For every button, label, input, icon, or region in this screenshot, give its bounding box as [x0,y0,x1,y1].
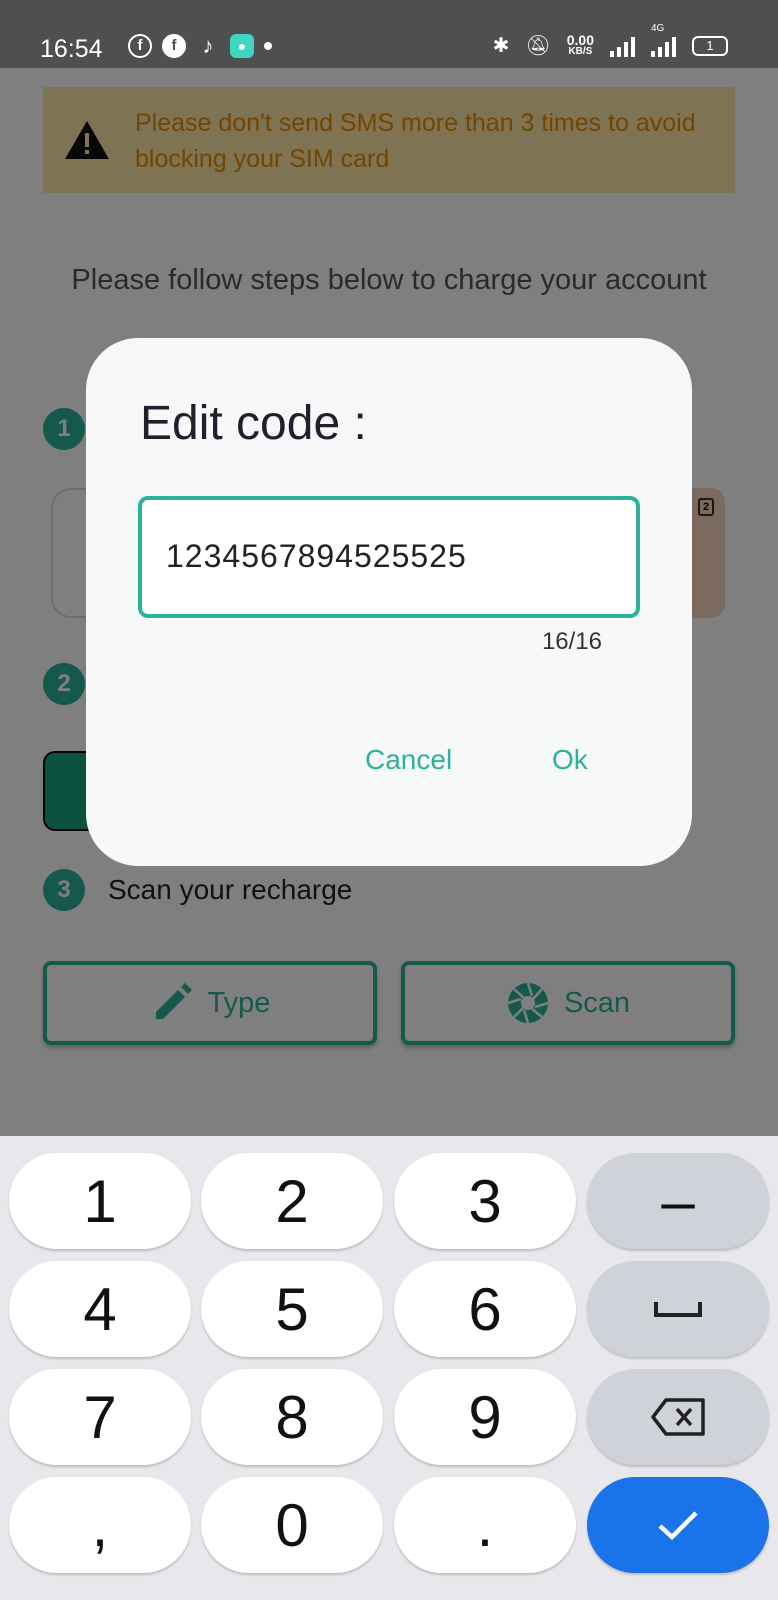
space-icon [654,1302,702,1317]
status-bar: 16:54 f f ♪ ● ✱ 🔕︎ 0.00 KB/S 4G 1 [0,0,778,68]
notification-icons: f f ♪ ● [128,34,272,58]
ok-button[interactable]: Ok [552,744,588,776]
cancel-button[interactable]: Cancel [365,744,452,776]
signal-icon [610,35,635,57]
signal-4g-icon: 4G [651,23,676,57]
edit-code-dialog: Edit code : 1234567894525525 16/16 Cance… [86,338,692,866]
code-input-value: 1234567894525525 [166,538,467,574]
backspace-key[interactable] [587,1369,769,1465]
key-5[interactable]: 5 [201,1261,383,1357]
character-counter: 16/16 [541,628,602,655]
code-input[interactable]: 1234567894525525 [138,496,640,618]
tiktok-icon: ♪ [202,33,214,58]
backspace-icon [651,1398,705,1436]
key-9[interactable]: 9 [394,1369,576,1465]
dialog-title: Edit code : [140,397,367,450]
space-key[interactable] [587,1261,769,1357]
facebook-icon: f [162,34,186,58]
key-7[interactable]: 7 [9,1369,191,1465]
key-0[interactable]: 0 [201,1477,383,1573]
bluetooth-icon: ✱ [492,35,510,57]
notification-dot-icon [264,42,272,50]
key-6[interactable]: 6 [394,1261,576,1357]
key-4[interactable]: 4 [9,1261,191,1357]
numeric-keyboard: 1 2 3 – 4 5 6 7 8 9 , 0 . [0,1136,778,1600]
mute-icon: 🔕︎ [525,35,551,57]
enter-key[interactable] [587,1477,769,1573]
chat-app-icon: ● [230,34,254,58]
facebook-outline-icon: f [128,34,152,58]
key-3[interactable]: 3 [394,1153,576,1249]
network-speed: 0.00 KB/S [567,33,594,58]
network-speed-unit: KB/S [568,46,593,57]
key-1[interactable]: 1 [9,1153,191,1249]
network-type: 4G [651,23,665,34]
checkmark-icon [658,1511,698,1541]
battery-icon: 1 [692,36,728,56]
key-minus[interactable]: – [587,1153,769,1249]
system-icons: ✱ 🔕︎ 0.00 KB/S 4G 1 [492,23,728,58]
key-period[interactable]: . [394,1477,576,1573]
status-time: 16:54 [40,35,103,63]
key-comma[interactable]: , [9,1477,191,1573]
key-8[interactable]: 8 [201,1369,383,1465]
key-2[interactable]: 2 [201,1153,383,1249]
